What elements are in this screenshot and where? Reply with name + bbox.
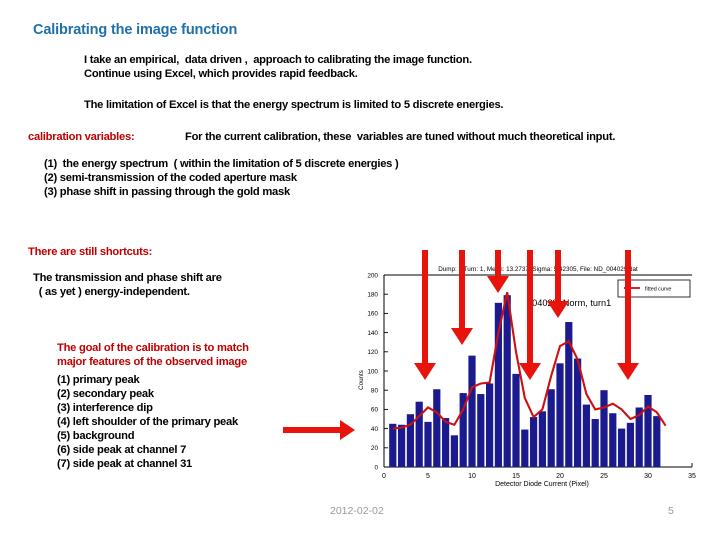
svg-text:100: 100	[367, 368, 378, 375]
chart-bar	[617, 428, 626, 467]
chart-bar	[415, 401, 423, 467]
chart-bar	[538, 411, 547, 467]
intro-paragraph: I take an empirical, data driven , appro…	[84, 54, 472, 80]
chart-svg: Dump: 1 Turn: 1, Mean: 13.2737, Sigma: 5…	[358, 266, 696, 488]
svg-text:180: 180	[367, 292, 378, 299]
svg-text:120: 120	[367, 349, 378, 356]
arrow-background	[283, 420, 355, 440]
chart-bar	[450, 435, 459, 467]
chart-bar	[477, 394, 485, 467]
y-axis-label: Counts	[358, 370, 365, 390]
chart-bar	[468, 355, 476, 467]
svg-text:40: 40	[371, 426, 379, 433]
chart-bar	[653, 416, 661, 467]
svg-text:200: 200	[367, 272, 378, 279]
svg-text:25: 25	[600, 473, 608, 480]
svg-text:0: 0	[382, 473, 386, 480]
chart-bar	[556, 363, 564, 467]
chart-bar	[547, 389, 555, 467]
bar-series	[389, 295, 661, 467]
svg-text:10: 10	[468, 473, 476, 480]
chart-bar	[441, 418, 450, 467]
shortcuts-body: The transmission and phase shift are ( a…	[33, 272, 222, 298]
chart-bar	[609, 413, 617, 467]
chart-title: Dump: 1 Turn: 1, Mean: 13.2737, Sigma: 5…	[438, 266, 638, 273]
shortcuts-heading: There are still shortcuts:	[28, 246, 153, 258]
svg-text:140: 140	[367, 330, 378, 337]
svg-text:20: 20	[556, 473, 564, 480]
footer-date: 2012-02-02	[330, 505, 384, 517]
svg-text:160: 160	[367, 311, 378, 318]
chart-bar	[512, 373, 520, 467]
chart-bar	[424, 421, 432, 467]
svg-text:35: 35	[688, 473, 696, 480]
limitation-paragraph: The limitation of Excel is that the ener…	[84, 99, 504, 111]
chart-bar	[397, 424, 406, 467]
chart-bar	[573, 358, 582, 467]
chart-bar	[600, 390, 608, 467]
spectrum-chart: Dump: 1 Turn: 1, Mean: 13.2737, Sigma: 5…	[352, 262, 700, 490]
svg-text:80: 80	[371, 388, 379, 395]
chart-bar	[485, 383, 494, 467]
slide: Calibrating the image function I take an…	[0, 0, 720, 540]
svg-text:30: 30	[644, 473, 652, 480]
x-axis-label: Detector Diode Current (Pixel)	[495, 481, 589, 488]
goal-feature-list: (1) primary peak (2) secondary peak (3) …	[57, 374, 238, 470]
svg-text:0: 0	[374, 464, 378, 471]
series-annotation-label: 004029, Norm, turn1	[527, 298, 611, 308]
chart-bar	[503, 295, 511, 467]
chart-bar	[494, 302, 503, 467]
chart-bar	[582, 404, 591, 467]
goal-heading: The goal of the calibration is to match …	[57, 342, 249, 368]
svg-text:15: 15	[512, 473, 520, 480]
svg-text:5: 5	[426, 473, 430, 480]
chart-bar	[591, 419, 599, 467]
svg-text:60: 60	[371, 407, 379, 414]
chart-bar	[433, 389, 441, 467]
legend-label: fitted curve	[645, 287, 671, 293]
y-axis-ticks: 0 20 40 60 80 100 120 140 160 180 200	[367, 272, 388, 471]
calibration-variables-note: For the current calibration, these varia…	[185, 131, 616, 143]
svg-text:20: 20	[371, 445, 379, 452]
calibration-variables-label: calibration variables:	[28, 131, 135, 143]
chart-bar	[389, 423, 397, 467]
footer-page-number: 5	[668, 505, 674, 517]
chart-bar	[529, 417, 538, 467]
chart-bar	[521, 429, 529, 467]
chart-bar	[626, 422, 635, 467]
page-title: Calibrating the image function	[33, 22, 238, 38]
calibration-variables-list: (1) the energy spectrum ( within the lim…	[44, 158, 399, 198]
chart-legend[interactable]: fitted curve	[617, 279, 691, 298]
